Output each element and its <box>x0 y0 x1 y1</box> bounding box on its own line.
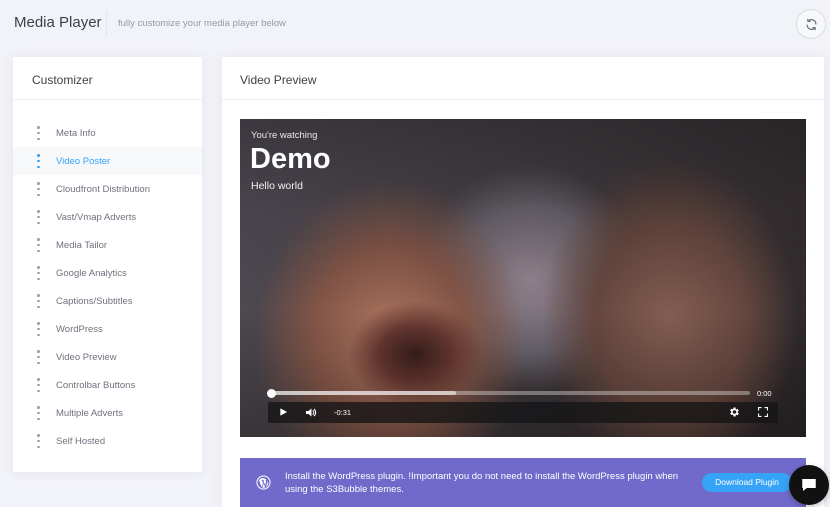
refresh-button[interactable] <box>796 9 826 39</box>
customizer-item[interactable]: Video Poster <box>13 147 202 175</box>
customizer-item[interactable]: Self Hosted <box>13 427 202 455</box>
customizer-title: Customizer <box>13 57 202 100</box>
customizer-item[interactable]: Cloudfront Distribution <box>13 175 202 203</box>
customizer-item-label: Multiple Adverts <box>56 408 124 419</box>
drag-handle-icon[interactable] <box>37 322 40 336</box>
drag-handle-icon[interactable] <box>37 126 40 140</box>
customizer-item-label: Controlbar Buttons <box>56 380 136 391</box>
customizer-item-label: Vast/Vmap Adverts <box>56 212 137 223</box>
chat-icon <box>802 479 816 491</box>
time-remaining: -0:31 <box>334 408 352 417</box>
wordpress-logo-icon <box>256 475 271 495</box>
play-icon <box>280 408 288 416</box>
time-elapsed: 0:00 <box>757 389 772 398</box>
drag-handle-icon[interactable] <box>37 154 40 168</box>
notice-text: Install the WordPress plugin. !Important… <box>285 471 679 495</box>
customizer-item-label: Meta Info <box>56 128 96 139</box>
volume-button[interactable] <box>305 407 317 418</box>
video-preview-title: Video Preview <box>222 57 824 100</box>
drag-handle-icon[interactable] <box>37 238 40 252</box>
customizer-item-label: Video Poster <box>56 156 111 167</box>
drag-handle-icon[interactable] <box>37 266 40 280</box>
drag-handle-icon[interactable] <box>37 378 40 392</box>
download-plugin-button[interactable]: Download Plugin <box>702 473 792 492</box>
chat-widget-button[interactable] <box>789 465 829 505</box>
customizer-item[interactable]: Media Tailor <box>13 231 202 259</box>
play-button[interactable] <box>279 407 288 417</box>
customizer-item-label: Cloudfront Distribution <box>56 184 150 195</box>
customizer-panel: Customizer Meta Info Video Poster Cloudfro… <box>13 57 202 472</box>
video-subtitle: Hello world <box>251 180 303 192</box>
watching-label: You're watching <box>251 130 318 141</box>
customizer-item[interactable]: Vast/Vmap Adverts <box>13 203 202 231</box>
drag-handle-icon[interactable] <box>37 350 40 364</box>
drag-handle-icon[interactable] <box>37 182 40 196</box>
drag-handle-icon[interactable] <box>37 434 40 448</box>
refresh-icon <box>806 18 816 30</box>
wordpress-notice: Install the WordPress plugin. !Important… <box>240 458 806 507</box>
drag-handle-icon[interactable] <box>37 210 40 224</box>
title-divider <box>106 11 107 36</box>
page-subtitle: fully customize your media player below <box>118 18 286 29</box>
customizer-item-label: Self Hosted <box>56 436 106 447</box>
customizer-item[interactable]: Controlbar Buttons <box>13 371 202 399</box>
page-title: Media Player <box>14 14 102 31</box>
drag-handle-icon[interactable] <box>37 294 40 308</box>
gear-icon <box>730 407 739 417</box>
progress-buffered <box>268 391 456 395</box>
customizer-item[interactable]: Video Preview <box>13 343 202 371</box>
video-preview-panel: Video Preview You're watching Demo Hello… <box>222 57 824 507</box>
customizer-item-label: Captions/Subtitles <box>56 296 133 307</box>
volume-icon <box>306 408 317 417</box>
video-player[interactable]: You're watching Demo Hello world 0:00 -0… <box>240 119 806 437</box>
customizer-item[interactable]: WordPress <box>13 315 202 343</box>
control-bar: -0:31 <box>268 402 778 423</box>
customizer-item-label: WordPress <box>56 324 103 335</box>
video-title: Demo <box>250 143 331 175</box>
drag-handle-icon[interactable] <box>37 406 40 420</box>
progress-bar[interactable] <box>268 391 750 395</box>
customizer-item[interactable]: Multiple Adverts <box>13 399 202 427</box>
progress-handle[interactable] <box>267 389 276 398</box>
customizer-item-label: Media Tailor <box>56 240 108 251</box>
customizer-item[interactable]: Meta Info <box>13 119 202 147</box>
customizer-item[interactable]: Captions/Subtitles <box>13 287 202 315</box>
fullscreen-button[interactable] <box>758 407 768 417</box>
customizer-item[interactable]: Google Analytics <box>13 259 202 287</box>
fullscreen-icon <box>758 407 768 417</box>
customizer-item-label: Video Preview <box>56 352 117 363</box>
customizer-menu: Meta Info Video Poster Cloudfront Distribu… <box>13 119 202 455</box>
top-bar: Media Player fully customize your media … <box>0 0 830 46</box>
settings-button[interactable] <box>728 406 740 418</box>
customizer-item-label: Google Analytics <box>56 268 127 279</box>
